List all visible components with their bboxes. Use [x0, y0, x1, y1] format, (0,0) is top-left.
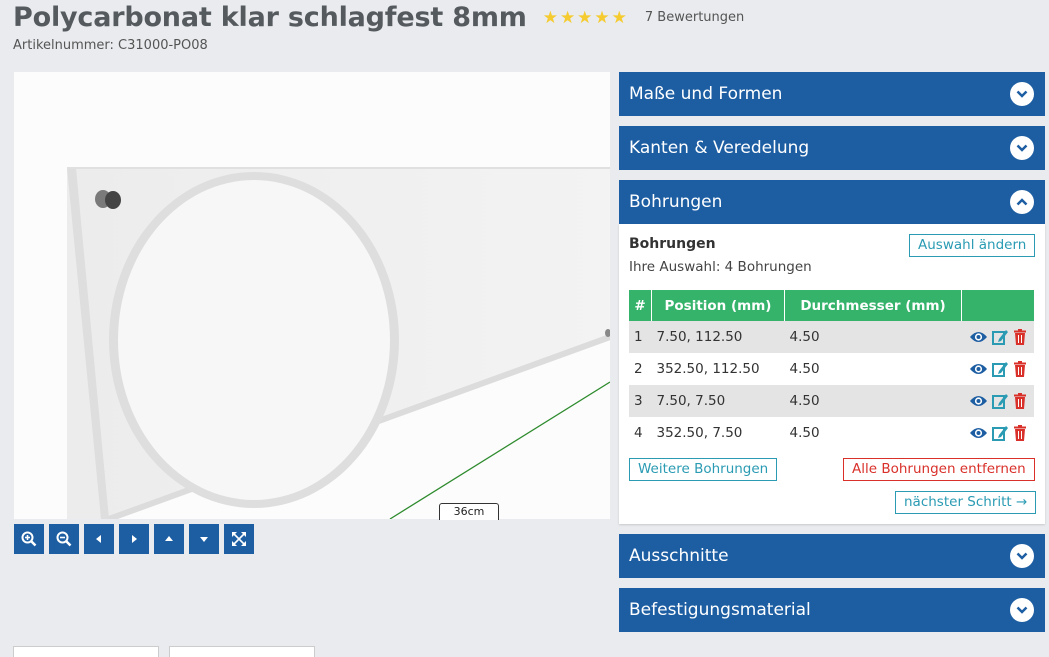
chevron-down-icon[interactable] [1010, 82, 1034, 106]
section-befestigungsmaterial[interactable]: Befestigungsmaterial [619, 588, 1045, 632]
pan-up-button[interactable] [154, 524, 184, 554]
holes-table: # Position (mm) Durchmesser (mm) 1 7.50, … [629, 290, 1034, 449]
more-holes-button[interactable]: Weitere Bohrungen [629, 458, 778, 481]
3d-viewer[interactable] [14, 72, 610, 519]
hole-diameter: 4.50 [784, 353, 962, 385]
fit-to-screen-icon [232, 532, 246, 546]
configurator-accordion: Maße und Formen Kanten & Veredelung Bohr… [619, 72, 1045, 642]
eye-icon[interactable] [969, 362, 988, 376]
section-label: Bohrungen [629, 192, 723, 212]
bohrungen-heading: Bohrungen [629, 236, 716, 252]
viewer-toolbar [14, 524, 254, 554]
row-actions [961, 321, 1034, 353]
section-label: Ausschnitte [629, 546, 729, 566]
section-bohrungen[interactable]: Bohrungen [619, 180, 1045, 224]
row-actions [961, 385, 1034, 417]
zoom-in-button[interactable] [14, 524, 44, 554]
change-selection-button[interactable]: Auswahl ändern [909, 234, 1036, 257]
arrow-down-icon [200, 537, 208, 542]
table-row: 3 7.50, 7.50 4.50 [629, 385, 1034, 417]
bottom-tab-1[interactable] [13, 646, 159, 657]
column-header: # [629, 290, 652, 321]
pan-left-button[interactable] [84, 524, 114, 554]
3d-preview-canvas [67, 167, 610, 519]
column-header [961, 290, 1034, 321]
product-header: Polycarbonat klar schlagfest 8mm ★★★★★ 7… [13, 2, 744, 33]
reviews-link[interactable]: 7 Bewertungen [645, 10, 744, 25]
chevron-up-icon[interactable] [1010, 190, 1034, 214]
hole-diameter: 4.50 [784, 321, 962, 353]
remove-all-holes-button[interactable]: Alle Bohrungen entfernen [843, 458, 1035, 481]
hole-position: 352.50, 7.50 [651, 417, 785, 449]
product-title: Polycarbonat klar schlagfest 8mm [13, 2, 527, 33]
chevron-down-icon[interactable] [1010, 544, 1034, 568]
next-step-button[interactable]: nächster Schritt → [895, 491, 1037, 514]
rating-stars[interactable]: ★★★★★ [543, 8, 629, 28]
trash-icon[interactable] [1013, 393, 1027, 409]
hole-number: 2 [629, 353, 652, 385]
bottom-tabs [13, 646, 315, 657]
hole-position: 352.50, 112.50 [651, 353, 785, 385]
chevron-down-icon[interactable] [1010, 136, 1034, 160]
article-number: Artikelnummer: C31000-PO08 [13, 38, 208, 53]
fit-to-screen-button[interactable] [224, 524, 254, 554]
bohrungen-panel: Bohrungen Ihre Auswahl: 4 Bohrungen Ausw… [619, 224, 1045, 524]
pan-right-button[interactable] [119, 524, 149, 554]
dimension-label: 36cm [439, 503, 499, 520]
table-row: 4 352.50, 7.50 4.50 [629, 417, 1034, 449]
edit-icon[interactable] [991, 393, 1009, 409]
arrow-left-icon [96, 535, 101, 543]
row-actions [961, 353, 1034, 385]
zoom-out-button[interactable] [49, 524, 79, 554]
hole-number: 3 [629, 385, 652, 417]
section-kanten-veredelung[interactable]: Kanten & Veredelung [619, 126, 1045, 170]
zoom-out-icon [56, 531, 72, 547]
table-header-row: # Position (mm) Durchmesser (mm) [629, 290, 1034, 321]
section-label: Befestigungsmaterial [629, 600, 811, 620]
bottom-tab-2[interactable] [169, 646, 315, 657]
eye-icon[interactable] [969, 426, 988, 440]
section-label: Maße und Formen [629, 84, 783, 104]
hole-number: 1 [629, 321, 652, 353]
column-header: Durchmesser (mm) [784, 290, 962, 321]
selection-summary: Ihre Auswahl: 4 Bohrungen [629, 259, 812, 275]
eye-icon[interactable] [969, 394, 988, 408]
chevron-down-icon[interactable] [1010, 598, 1034, 622]
section-masse-und-formen[interactable]: Maße und Formen [619, 72, 1045, 116]
pan-down-button[interactable] [189, 524, 219, 554]
section-ausschnitte[interactable]: Ausschnitte [619, 534, 1045, 578]
eye-icon[interactable] [969, 330, 988, 344]
trash-icon[interactable] [1013, 361, 1027, 377]
edit-icon[interactable] [991, 329, 1009, 345]
column-header: Position (mm) [651, 290, 785, 321]
row-actions [961, 417, 1034, 449]
zoom-in-icon [21, 531, 37, 547]
table-row: 1 7.50, 112.50 4.50 [629, 321, 1034, 353]
arrow-up-icon [165, 536, 173, 541]
edit-icon[interactable] [991, 425, 1009, 441]
hole-number: 4 [629, 417, 652, 449]
hole-position: 7.50, 112.50 [651, 321, 785, 353]
table-row: 2 352.50, 112.50 4.50 [629, 353, 1034, 385]
trash-icon[interactable] [1013, 329, 1027, 345]
hole-diameter: 4.50 [784, 417, 962, 449]
hole-diameter: 4.50 [784, 385, 962, 417]
edit-icon[interactable] [991, 361, 1009, 377]
section-label: Kanten & Veredelung [629, 138, 810, 158]
arrow-right-icon [132, 535, 137, 543]
hole-position: 7.50, 7.50 [651, 385, 785, 417]
trash-icon[interactable] [1013, 425, 1027, 441]
